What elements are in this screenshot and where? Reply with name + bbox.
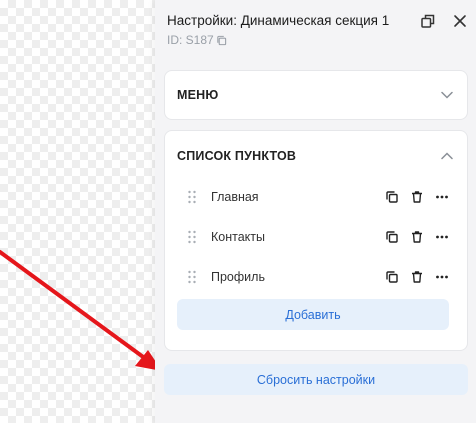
drag-handle-icon[interactable] <box>187 270 197 284</box>
menu-section[interactable]: МЕНЮ <box>164 70 468 120</box>
items-section-title: СПИСОК ПУНКТОВ <box>177 149 297 163</box>
add-item-button[interactable]: Добавить <box>177 299 449 330</box>
reset-settings-button[interactable]: Сбросить настройки <box>164 364 468 395</box>
list-item-label: Профиль <box>211 270 265 284</box>
more-horizontal-icon[interactable] <box>435 190 449 204</box>
copy-icon[interactable] <box>385 190 399 204</box>
drag-handle-icon[interactable] <box>187 230 197 244</box>
trash-icon[interactable] <box>410 230 424 244</box>
window-restore-icon[interactable] <box>420 13 436 29</box>
trash-icon[interactable] <box>410 190 424 204</box>
more-horizontal-icon[interactable] <box>435 270 449 284</box>
more-horizontal-icon[interactable] <box>435 230 449 244</box>
chevron-up-icon[interactable] <box>441 152 453 160</box>
chevron-down-icon[interactable] <box>441 91 453 99</box>
list-item[interactable]: Главная <box>177 183 449 211</box>
copy-icon[interactable] <box>385 230 399 244</box>
list-item-label: Главная <box>211 190 259 204</box>
close-icon[interactable] <box>452 13 468 29</box>
drag-handle-icon[interactable] <box>187 190 197 204</box>
trash-icon[interactable] <box>410 270 424 284</box>
copy-icon[interactable] <box>216 35 227 46</box>
settings-panel: Настройки: Динамическая секция 1 ID: S18… <box>155 0 476 423</box>
panel-title: Настройки: Динамическая секция 1 <box>167 13 390 28</box>
list-item[interactable]: Контакты <box>177 223 449 251</box>
list-item[interactable]: Профиль <box>177 263 449 291</box>
copy-icon[interactable] <box>385 270 399 284</box>
menu-section-title: МЕНЮ <box>177 88 219 102</box>
element-id-text: ID: S187 <box>167 33 214 47</box>
element-id: ID: S187 <box>167 33 227 47</box>
list-item-label: Контакты <box>211 230 265 244</box>
items-section: СПИСОК ПУНКТОВ Главная Контакты Профиль … <box>164 130 468 351</box>
